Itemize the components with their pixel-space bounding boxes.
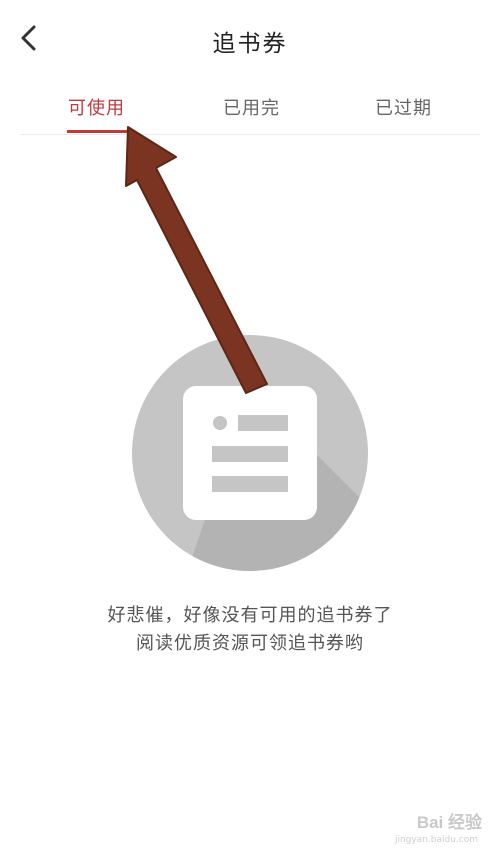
empty-state-message: 好悲催，好像没有可用的追书券了 阅读优质资源可领追书券哟 — [0, 602, 500, 658]
watermark-sub: jingyan.baidu.com — [394, 835, 478, 845]
tab-available[interactable]: 可使用 — [68, 94, 125, 120]
empty-state-line-2: 阅读优质资源可领追书券哟 — [136, 633, 364, 654]
tab-expired[interactable]: 已过期 — [375, 94, 432, 120]
active-tab-indicator — [67, 130, 127, 133]
watermark: Bai 经验 jingyan.baidu.com — [347, 805, 482, 845]
tab-used-up[interactable]: 已用完 — [223, 94, 280, 120]
empty-state-line-1: 好悲催，好像没有可用的追书券了 — [107, 605, 393, 626]
document-list-icon — [132, 335, 368, 571]
tab-bar: 可使用 已用完 已过期 — [20, 88, 480, 135]
app-header: 追书券 — [0, 0, 500, 78]
page-title: 追书券 — [212, 31, 288, 57]
watermark-text: Bai 经验 — [416, 813, 482, 832]
